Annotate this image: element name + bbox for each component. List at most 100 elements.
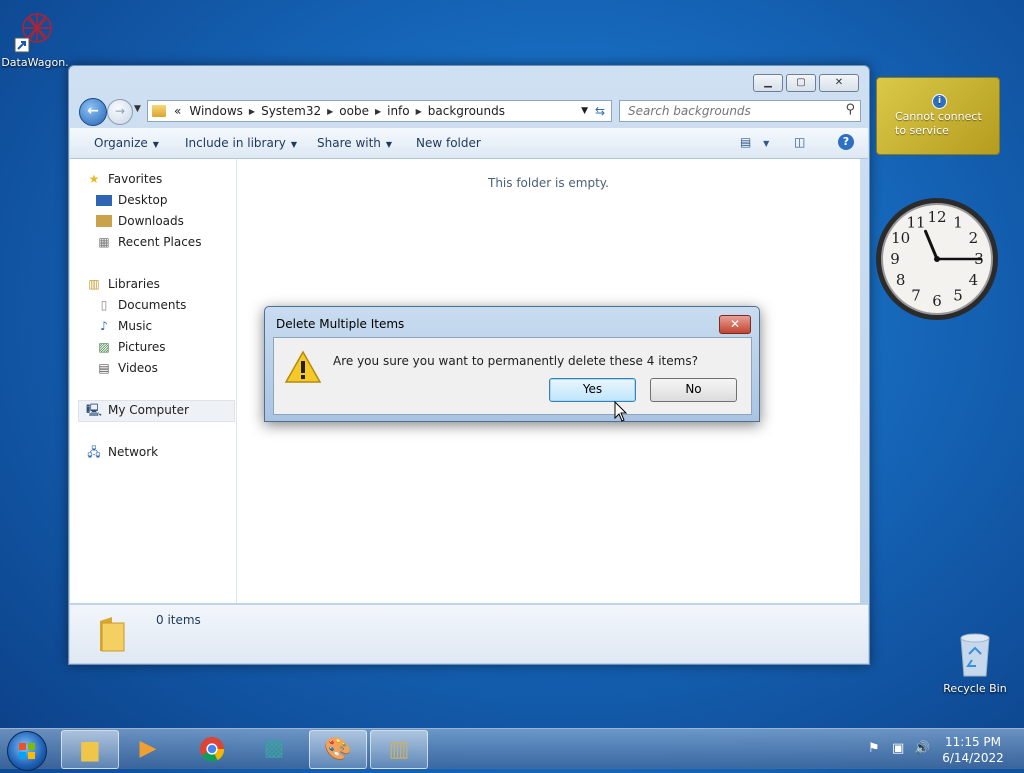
- start-button[interactable]: [7, 731, 47, 771]
- nav-label: Music: [118, 319, 153, 333]
- clock-numeral: 2: [969, 229, 979, 247]
- nav-item-downloads[interactable]: Downloads: [96, 214, 184, 228]
- help-icon[interactable]: ?: [838, 134, 854, 150]
- delete-confirmation-dialog[interactable]: Delete Multiple Items ✕ Are you sure you…: [264, 306, 760, 422]
- folder-icon: [152, 105, 166, 117]
- address-dropdown-icon[interactable]: ▼: [581, 106, 588, 116]
- breadcrumb-system32[interactable]: System32: [261, 104, 321, 118]
- weather-gadget[interactable]: i Cannot connect to service: [876, 77, 1000, 155]
- nav-item-documents[interactable]: ▯ Documents: [96, 298, 187, 312]
- weather-message-line-1: Cannot connect: [895, 110, 982, 123]
- share-with-menu[interactable]: Share with ▼: [317, 136, 392, 150]
- command-bar: Organize ▼ Include in library ▼ Share with…: [70, 128, 868, 159]
- maximize-button[interactable]: ▢: [786, 74, 816, 92]
- back-button[interactable]: ←: [79, 98, 107, 126]
- recycle-bin-icon: [960, 633, 990, 677]
- nav-item-videos[interactable]: ▤ Videos: [96, 361, 158, 375]
- star-icon: ★: [88, 172, 100, 186]
- address-bar[interactable]: « Windows ▶ System32 ▶ oobe ▶ info ▶ bac…: [147, 100, 595, 122]
- network-tray-icon[interactable]: ▣: [892, 741, 904, 756]
- app-icon: ▩: [263, 736, 285, 761]
- no-button[interactable]: No: [650, 378, 737, 402]
- breadcrumb-separator-icon[interactable]: ▶: [327, 107, 333, 116]
- windows-logo-icon: [19, 743, 35, 759]
- nav-label: My Computer: [108, 403, 189, 417]
- preview-pane-icon[interactable]: ◫: [794, 135, 805, 149]
- taskbar-media-player[interactable]: ▶: [120, 730, 176, 767]
- forward-button[interactable]: →: [107, 99, 133, 125]
- recent-pages-dropdown-icon[interactable]: ▼: [134, 104, 141, 114]
- include-in-library-menu[interactable]: Include in library ▼: [185, 136, 297, 150]
- breadcrumb-windows[interactable]: Windows: [189, 104, 243, 118]
- dialog-close-button[interactable]: ✕: [719, 315, 751, 334]
- info-icon: i: [932, 94, 947, 109]
- mouse-cursor-icon: [614, 401, 628, 422]
- nav-label: Recent Places: [118, 235, 202, 249]
- nav-item-desktop[interactable]: Desktop: [96, 193, 168, 207]
- search-icon[interactable]: ⚲: [845, 102, 855, 117]
- clock-numeral: 6: [932, 292, 942, 310]
- weather-message-line-2: to service: [895, 124, 949, 137]
- clock-gadget[interactable]: 121234567891011: [874, 196, 1000, 322]
- minimize-button[interactable]: ▁: [753, 74, 783, 92]
- new-folder-button[interactable]: New folder: [416, 136, 481, 150]
- taskbar-paint[interactable]: 🎨: [309, 730, 367, 769]
- action-center-icon[interactable]: ⚑: [868, 741, 880, 756]
- breadcrumb-separator-icon[interactable]: ▶: [249, 107, 255, 116]
- dialog-body: Are you sure you want to permanently del…: [273, 337, 752, 415]
- breadcrumb-backgrounds[interactable]: backgrounds: [428, 104, 505, 118]
- breadcrumb-info[interactable]: info: [387, 104, 410, 118]
- clock-numeral: 9: [890, 250, 900, 268]
- nav-item-recent-places[interactable]: ▦ Recent Places: [96, 235, 201, 249]
- breadcrumb-oobe[interactable]: oobe: [339, 104, 369, 118]
- change-view-icon[interactable]: ▤ ▼: [740, 135, 769, 149]
- taskbar-explorer[interactable]: ▆: [61, 730, 119, 769]
- chrome-icon: [198, 736, 226, 762]
- nav-item-my-computer[interactable]: 🖳 My Computer: [86, 403, 189, 417]
- clock-numeral: 8: [896, 271, 906, 289]
- search-input[interactable]: [626, 101, 835, 121]
- close-button[interactable]: ✕: [819, 74, 859, 92]
- nav-label: Documents: [118, 298, 187, 312]
- taskbar-archive[interactable]: ▥: [370, 730, 428, 769]
- clock-numeral: 12: [927, 208, 946, 226]
- tray-date: 6/14/2022: [942, 751, 1004, 765]
- item-count: 0 items: [156, 613, 201, 627]
- nav-item-favorites[interactable]: ★ Favorites: [86, 172, 163, 186]
- nav-item-music[interactable]: ♪ Music: [96, 319, 152, 333]
- explorer-icon: ▆: [81, 737, 99, 762]
- desktop-icon-datawagon[interactable]: DataWagon.: [0, 8, 70, 69]
- include-label: Include in library: [185, 136, 286, 150]
- clock-numeral: 5: [953, 286, 963, 304]
- clock-tray[interactable]: 11:15 PM 6/14/2022: [938, 734, 1008, 766]
- chevron-down-icon[interactable]: ▼: [763, 139, 769, 148]
- caption-buttons: ▁ ▢ ✕: [753, 74, 859, 92]
- organize-label: Organize: [94, 136, 148, 150]
- nav-label: Desktop: [118, 193, 168, 207]
- pictures-icon: ▨: [98, 340, 110, 354]
- desktop-icon-recycle-bin[interactable]: Recycle Bin: [940, 630, 1010, 695]
- breadcrumb-separator-icon[interactable]: ▶: [416, 107, 422, 116]
- taskbar-chrome[interactable]: [184, 730, 240, 767]
- volume-icon[interactable]: 🔊: [914, 741, 930, 756]
- refresh-button[interactable]: ⇆: [589, 100, 612, 122]
- taskbar: ▆ ▶ ▩ 🎨 ▥ ⚑ ▣ 🔊 11:15 PM 6/14/2022: [0, 728, 1024, 771]
- taskbar-app[interactable]: ▩: [246, 730, 302, 767]
- nav-item-libraries[interactable]: ▥ Libraries: [86, 277, 160, 291]
- weather-message: Cannot connect to service: [895, 110, 982, 138]
- nav-label: Favorites: [108, 172, 163, 186]
- datawagon-shortcut-icon: [14, 13, 52, 53]
- breadcrumb-overflow[interactable]: «: [174, 104, 181, 118]
- yes-button[interactable]: Yes: [549, 378, 636, 402]
- nav-item-network[interactable]: 🖧 Network: [86, 445, 158, 459]
- folder-large-icon: [100, 617, 125, 652]
- organize-menu[interactable]: Organize ▼: [94, 136, 159, 150]
- new-folder-label: New folder: [416, 136, 481, 150]
- warning-icon: [284, 350, 322, 383]
- navigation-row: ← → ▼ « Windows ▶ System32 ▶ oobe ▶ info…: [79, 98, 861, 126]
- desktop-icon-label: DataWagon.: [1, 56, 69, 69]
- computer-icon: 🖳: [86, 403, 103, 417]
- search-box[interactable]: ⚲: [619, 100, 861, 122]
- breadcrumb-separator-icon[interactable]: ▶: [375, 107, 381, 116]
- nav-item-pictures[interactable]: ▨ Pictures: [96, 340, 165, 354]
